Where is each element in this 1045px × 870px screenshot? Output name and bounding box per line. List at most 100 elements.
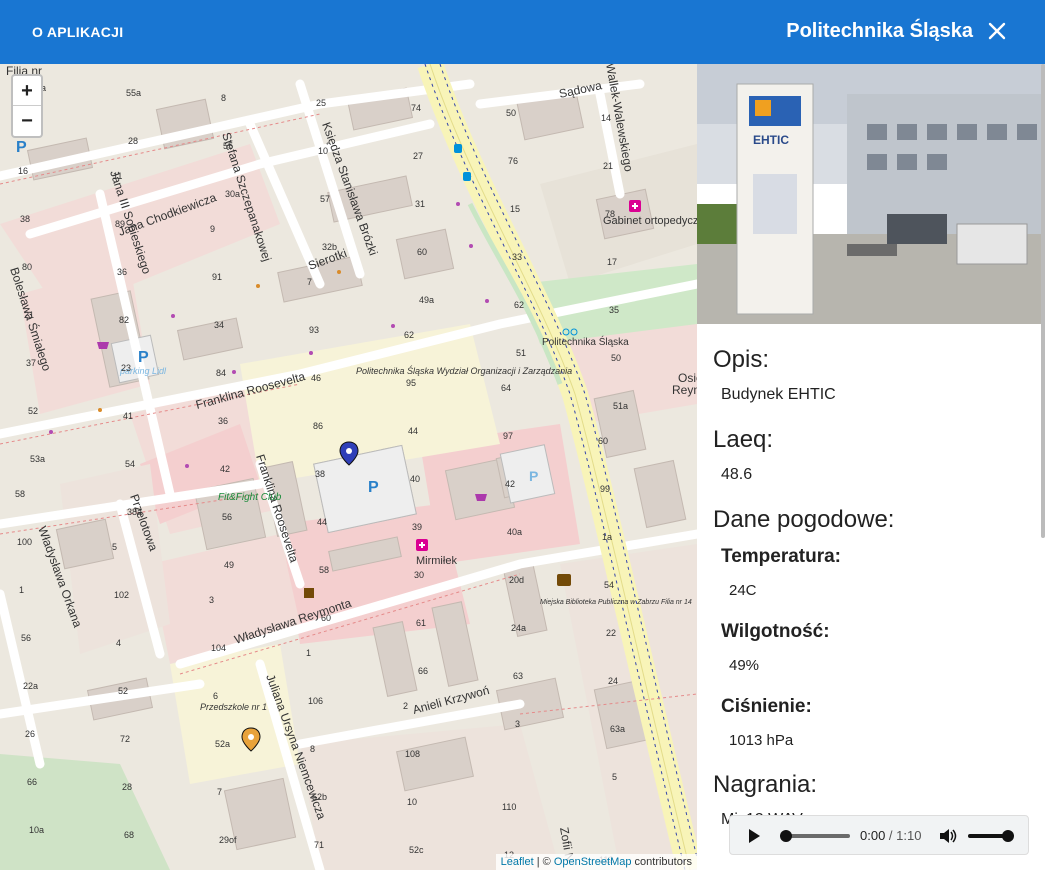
poi-label: Fit&Fight Club bbox=[218, 492, 282, 503]
house-number: 24 bbox=[608, 676, 618, 686]
house-number: 86 bbox=[313, 421, 323, 431]
map-view[interactable]: P P P P Jana Chodkiewicza Stefana Szczep… bbox=[0, 64, 697, 870]
house-number: 5 bbox=[112, 542, 117, 552]
poi-label: Gabinet ortopedyczny bbox=[603, 215, 697, 227]
house-number: 7 bbox=[217, 787, 222, 797]
temperature-heading: Temperatura: bbox=[721, 546, 842, 567]
house-number: 60 bbox=[417, 247, 427, 257]
house-number: 28 bbox=[128, 136, 138, 146]
close-icon[interactable] bbox=[985, 19, 1009, 43]
house-number: 26 bbox=[25, 729, 35, 739]
house-number: 52 bbox=[28, 406, 38, 416]
house-number: 9 bbox=[210, 224, 215, 234]
progress-slider[interactable] bbox=[784, 834, 850, 838]
house-number: 49a bbox=[419, 295, 434, 305]
zoom-in-button[interactable]: + bbox=[13, 76, 41, 106]
shop-icon bbox=[97, 342, 109, 349]
leaflet-link[interactable]: Leaflet bbox=[501, 856, 534, 868]
house-number: 15 bbox=[510, 204, 520, 214]
house-number: 74 bbox=[411, 103, 421, 113]
parking-icon: P bbox=[138, 349, 149, 366]
house-number: 25 bbox=[316, 98, 326, 108]
house-number: 99 bbox=[600, 484, 610, 494]
house-number: 40a bbox=[507, 527, 522, 537]
time-separator: / bbox=[885, 828, 897, 843]
house-number: 22 bbox=[606, 628, 616, 638]
house-number: 53a bbox=[30, 454, 45, 464]
house-number: 44 bbox=[317, 517, 327, 527]
house-number: 66 bbox=[418, 666, 428, 676]
house-number: 24a bbox=[511, 623, 526, 633]
house-number: 1 bbox=[19, 585, 24, 595]
house-number: 21 bbox=[603, 161, 613, 171]
about-app-button[interactable]: O APLIKACJI bbox=[32, 24, 123, 40]
house-number: 35 bbox=[609, 305, 619, 315]
house-number: 100 bbox=[17, 537, 32, 547]
health-icon bbox=[629, 200, 641, 212]
pressure-heading: Ciśnienie: bbox=[721, 696, 812, 717]
house-number: 60 bbox=[598, 436, 608, 446]
library-icon bbox=[557, 574, 571, 586]
house-number: 97 bbox=[503, 431, 513, 441]
house-number: 64 bbox=[501, 383, 511, 393]
time-display: 0:00 / 1:10 bbox=[860, 828, 921, 843]
humidity-value: 49% bbox=[729, 657, 760, 674]
house-number: 89 bbox=[115, 219, 125, 229]
house-number: 110 bbox=[502, 802, 516, 812]
place-title: Politechnika Śląska bbox=[786, 20, 973, 42]
house-number: 27 bbox=[413, 151, 423, 161]
house-number: 38 bbox=[20, 214, 30, 224]
details-panel: EHTIC Opis: Budynek EHTIC Laeq: 48.6 Dan… bbox=[697, 64, 1045, 870]
osm-link[interactable]: OpenStreetMap bbox=[554, 856, 632, 868]
progress-knob[interactable] bbox=[780, 830, 792, 842]
house-number: 51a bbox=[613, 401, 628, 411]
house-number: 11 bbox=[113, 171, 122, 181]
house-number: 84 bbox=[216, 368, 226, 378]
description-heading: Opis: bbox=[713, 346, 770, 373]
house-number: 41 bbox=[123, 411, 133, 421]
zoom-out-button[interactable]: − bbox=[13, 106, 41, 136]
zoom-control: + − bbox=[11, 74, 43, 138]
laeq-value: 48.6 bbox=[721, 466, 753, 483]
house-number: 42 bbox=[220, 464, 230, 474]
house-number: 52a bbox=[215, 739, 230, 749]
audio-player: 0:00 / 1:10 bbox=[729, 815, 1029, 855]
attribution-contributors: contributors bbox=[631, 856, 692, 868]
location-photo: EHTIC bbox=[697, 64, 1045, 324]
house-number: 46 bbox=[311, 373, 321, 383]
house-number: 54 bbox=[125, 459, 135, 469]
house-number: 39 bbox=[412, 522, 422, 532]
play-icon[interactable] bbox=[746, 828, 762, 844]
house-number: 108 bbox=[405, 749, 420, 759]
house-number: 36 bbox=[117, 267, 127, 277]
scrollbar[interactable] bbox=[1041, 64, 1045, 538]
house-number: 106 bbox=[308, 696, 323, 706]
house-number: 63a bbox=[610, 724, 625, 734]
house-number: 29of bbox=[219, 835, 237, 845]
map-tiles[interactable]: P P P P Jana Chodkiewicza Stefana Szczep… bbox=[0, 64, 697, 870]
house-number: 10 bbox=[318, 146, 328, 156]
house-number: 7 bbox=[307, 277, 312, 287]
house-number: 55 bbox=[223, 141, 233, 151]
house-number: 5 bbox=[612, 772, 617, 782]
current-time: 0:00 bbox=[860, 828, 886, 843]
house-number: 61 bbox=[416, 618, 426, 628]
house-number: 72 bbox=[120, 734, 130, 744]
house-number: 62 bbox=[514, 300, 524, 310]
poi-label: Politechnika Śląska bbox=[542, 335, 629, 348]
photo-sign-text: EHTIC bbox=[753, 133, 789, 147]
volume-icon[interactable] bbox=[938, 827, 958, 845]
details-body: Opis: Budynek EHTIC Laeq: 48.6 Dane pogo… bbox=[713, 346, 1033, 851]
volume-knob[interactable] bbox=[1002, 830, 1014, 842]
house-number: 1 bbox=[306, 648, 311, 658]
house-number: 54 bbox=[604, 580, 614, 590]
top-app-bar: O APLIKACJI Politechnika Śląska bbox=[0, 0, 1045, 64]
parking-icon: P bbox=[529, 468, 538, 484]
house-number: 95 bbox=[406, 378, 416, 388]
duration: 1:10 bbox=[896, 828, 922, 843]
house-number: 14 bbox=[601, 113, 611, 123]
map-label: Reym bbox=[672, 383, 697, 397]
description-value: Budynek EHTIC bbox=[721, 386, 836, 403]
house-number: 34 bbox=[214, 320, 224, 330]
house-number: 49 bbox=[224, 560, 234, 570]
